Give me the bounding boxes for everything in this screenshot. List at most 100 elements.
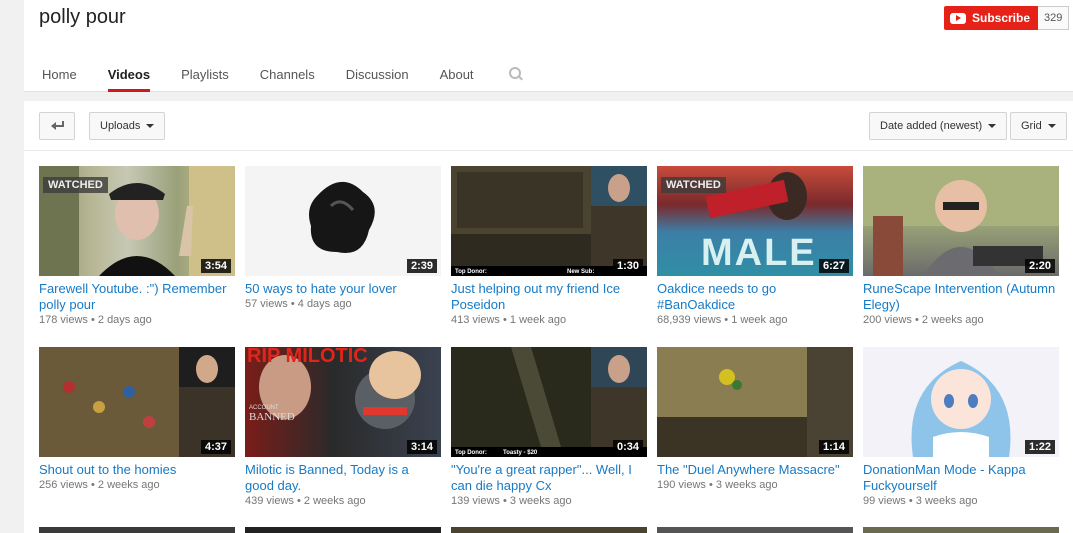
- video-title-link[interactable]: The "Duel Anywhere Massacre": [657, 462, 853, 478]
- subscribe-button[interactable]: Subscribe: [944, 6, 1039, 30]
- video-thumbnail[interactable]: 4:37: [39, 347, 235, 457]
- tab-playlists[interactable]: Playlists: [181, 58, 229, 92]
- overlay-new-sub: New Sub:: [567, 269, 595, 275]
- video-card: WATCHED 3:54 Farewell Youtube. :") Remem…: [39, 166, 235, 326]
- view-label: Grid: [1021, 120, 1042, 132]
- video-thumbnail[interactable]: 2:39: [245, 166, 441, 276]
- video-card: 2:39 50 ways to hate your lover 57 views…: [245, 166, 441, 310]
- video-thumbnail[interactable]: 2:20: [863, 166, 1059, 276]
- video-meta: 68,939 views • 1 week ago: [657, 314, 788, 326]
- video-thumbnail[interactable]: RIP MILOTIC ACCOUNT BANNED 3:14: [245, 347, 441, 457]
- video-meta: 178 views • 2 days ago: [39, 314, 152, 326]
- overlay-text: MALE: [701, 232, 817, 274]
- video-age: 1 week ago: [731, 314, 788, 326]
- video-duration: 0:34: [612, 440, 643, 454]
- subscribe-widget: Subscribe 329: [944, 6, 1070, 30]
- tab-about[interactable]: About: [440, 58, 474, 92]
- video-views: 439 views: [245, 495, 294, 507]
- subscriber-count: 329: [1038, 6, 1070, 30]
- video-card: MALE WATCHED 6:27 Oakdice needs to go #B…: [657, 166, 853, 326]
- overlay-top-donor: Top Donor:: [455, 269, 487, 275]
- video-thumbnail[interactable]: Top Donor: Toasty - $20 0:34: [451, 347, 647, 457]
- videos-content: Uploads Date added (newest) Grid WATCHED…: [24, 101, 1073, 533]
- video-card: RIP MILOTIC ACCOUNT BANNED 3:14 Milotic …: [245, 347, 441, 507]
- sort-dropdown[interactable]: Date added (newest): [869, 112, 1008, 140]
- watched-badge: WATCHED: [661, 177, 726, 193]
- video-title-link[interactable]: Milotic is Banned, Today is a good day.: [245, 462, 441, 494]
- video-title-link[interactable]: RuneScape Intervention (Autumn Elegy): [863, 281, 1059, 313]
- caret-down-icon: [146, 124, 155, 128]
- video-age: 2 weeks ago: [303, 495, 366, 507]
- video-thumbnail-partial[interactable]: [451, 527, 647, 533]
- video-views: 57 views: [245, 298, 288, 310]
- video-card: 2:20 RuneScape Intervention (Autumn Eleg…: [863, 166, 1059, 326]
- video-thumbnail[interactable]: Top Donor: New Sub: 1:30: [451, 166, 647, 276]
- tab-home[interactable]: Home: [42, 58, 77, 92]
- video-duration: 2:20: [1024, 259, 1055, 273]
- overlay-banned: BANNED: [249, 411, 295, 423]
- video-title-link[interactable]: "You're a great rapper"... Well, I can d…: [451, 462, 647, 494]
- caret-down-icon: [988, 124, 997, 128]
- watched-badge: WATCHED: [43, 177, 108, 193]
- video-thumbnail[interactable]: WATCHED 3:54: [39, 166, 235, 276]
- video-title-link[interactable]: Oakdice needs to go #BanOakdice: [657, 281, 853, 313]
- video-card: 1:14 The "Duel Anywhere Massacre" 190 vi…: [657, 347, 853, 491]
- video-age: 2 weeks ago: [97, 479, 160, 491]
- video-title-link[interactable]: 50 ways to hate your lover: [245, 281, 441, 297]
- video-meta: 99 views • 3 weeks ago: [863, 495, 978, 507]
- tab-videos[interactable]: Videos: [107, 58, 151, 92]
- channel-header: polly pour Subscribe 329 Home Videos Pla…: [24, 0, 1073, 92]
- video-thumbnail[interactable]: 1:14: [657, 347, 853, 457]
- video-card: 4:37 Shout out to the homies 256 views •…: [39, 347, 235, 491]
- video-thumbnail-partial[interactable]: [245, 527, 441, 533]
- video-card: 1:22 DonationMan Mode - Kappa Fuckyourse…: [863, 347, 1059, 507]
- video-title-link[interactable]: Shout out to the homies: [39, 462, 235, 478]
- video-age: 1 week ago: [509, 314, 567, 326]
- video-meta: 413 views • 1 week ago: [451, 314, 567, 326]
- video-meta: 57 views • 4 days ago: [245, 298, 352, 310]
- video-duration: 6:27: [818, 259, 849, 273]
- video-views: 200 views: [863, 314, 912, 326]
- video-title-link[interactable]: DonationMan Mode - Kappa Fuckyourself: [863, 462, 1059, 494]
- video-meta: 200 views • 2 weeks ago: [863, 314, 984, 326]
- sort-label: Date added (newest): [880, 120, 983, 132]
- video-duration: 1:22: [1024, 440, 1055, 454]
- view-dropdown[interactable]: Grid: [1010, 112, 1067, 140]
- video-card: Top Donor: Toasty - $20 0:34 "You're a g…: [451, 347, 647, 507]
- video-age: 2 weeks ago: [921, 314, 984, 326]
- video-age: 3 weeks ago: [915, 495, 978, 507]
- uploads-dropdown[interactable]: Uploads: [89, 112, 166, 140]
- search-icon[interactable]: [508, 67, 523, 81]
- channel-title: polly pour: [39, 6, 126, 28]
- video-views: 99 views: [863, 495, 906, 507]
- video-views: 413 views: [451, 314, 500, 326]
- video-thumbnail-partial[interactable]: [39, 527, 235, 533]
- youtube-play-icon: [950, 12, 966, 24]
- back-arrow-icon: [50, 121, 64, 131]
- overlay-top-donor: Top Donor:: [455, 450, 487, 456]
- video-duration: 1:30: [612, 259, 643, 273]
- video-age: 3 weeks ago: [715, 479, 778, 491]
- video-views: 190 views: [657, 479, 706, 491]
- youtube-channel-page: polly pour Subscribe 329 Home Videos Pla…: [0, 0, 1073, 533]
- video-thumbnail[interactable]: MALE WATCHED 6:27: [657, 166, 853, 276]
- video-duration: 4:37: [200, 440, 231, 454]
- subscribe-label: Subscribe: [972, 11, 1031, 25]
- video-thumbnail[interactable]: 1:22: [863, 347, 1059, 457]
- channel-tabs: Home Videos Playlists Channels Discussio…: [24, 58, 523, 92]
- video-meta: 439 views • 2 weeks ago: [245, 495, 366, 507]
- video-thumbnail-partial[interactable]: [657, 527, 853, 533]
- tab-discussion[interactable]: Discussion: [346, 58, 409, 92]
- video-meta: 139 views • 3 weeks ago: [451, 495, 572, 507]
- video-title-link[interactable]: Just helping out my friend Ice Poseidon: [451, 281, 647, 313]
- video-title-link[interactable]: Farewell Youtube. :") Remember polly pou…: [39, 281, 235, 313]
- back-button[interactable]: [39, 112, 75, 140]
- caret-down-icon: [1047, 124, 1056, 128]
- overlay-donor-name: Toasty - $20: [503, 450, 538, 456]
- tab-channels[interactable]: Channels: [260, 58, 315, 92]
- video-card: Top Donor: New Sub: 1:30 Just helping ou…: [451, 166, 647, 326]
- overlay-text: RIP MILOTIC: [247, 347, 368, 367]
- uploads-label: Uploads: [100, 120, 141, 132]
- video-thumbnail-partial[interactable]: [863, 527, 1059, 533]
- videos-toolbar: Uploads Date added (newest) Grid: [24, 101, 1073, 151]
